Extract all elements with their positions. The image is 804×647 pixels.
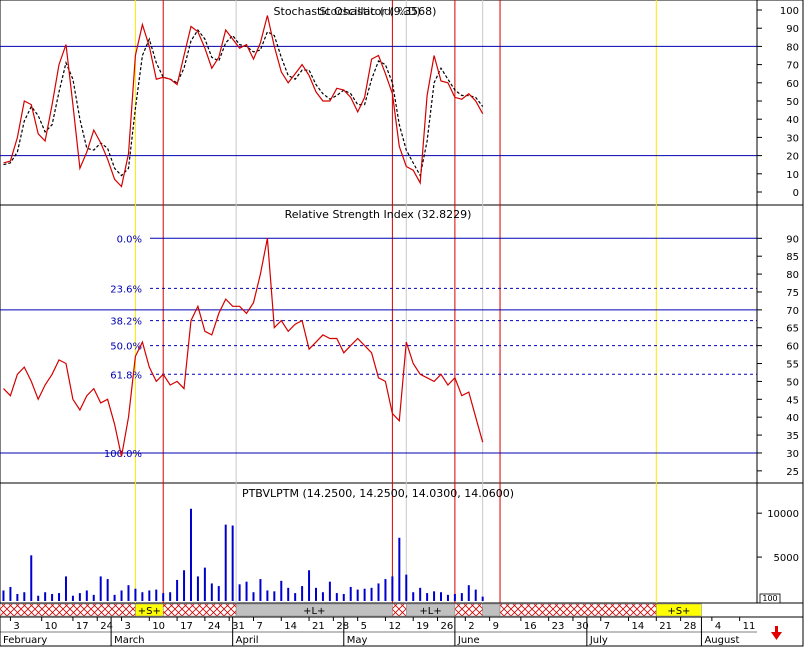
rsi-title: Relative Strength Index (32.8229): [285, 208, 472, 221]
month-label-1: March: [114, 635, 144, 646]
day-label-22: 7: [604, 621, 610, 632]
day-label-26: 4: [715, 621, 721, 632]
fib-label-3: 50.0%: [110, 342, 142, 353]
signal-segment-2: [162, 603, 237, 617]
day-label-6: 17: [180, 621, 193, 632]
day-label-1: 10: [45, 621, 58, 632]
rsi-y-tick-label-10: 75: [786, 288, 799, 299]
fib-label-1: 23.6%: [110, 284, 142, 295]
day-label-5: 10: [152, 621, 165, 632]
rsi-y-tick-label-2: 35: [786, 431, 799, 442]
signal-band: +S+ +L+ +L+ +S+: [0, 603, 702, 617]
fib-label-2: 38.2%: [110, 317, 142, 328]
day-label-7: 24: [208, 621, 221, 632]
day-label-16: 26: [441, 621, 454, 632]
signal-segment-8: [499, 603, 657, 617]
volume-y-tick-label-1: 10000: [767, 509, 799, 520]
day-label-14: 12: [388, 621, 401, 632]
rsi-y-tick-label-7: 60: [786, 342, 799, 353]
day-label-4: 3: [125, 621, 131, 632]
day-label-17: 2: [468, 621, 474, 632]
day-label-8: 31: [232, 621, 245, 632]
day-label-18: 9: [493, 621, 499, 632]
rsi-y-tick-label-0: 25: [786, 467, 799, 478]
stochastic-y-tick-label-3: 30: [786, 133, 799, 144]
day-label-23: 14: [632, 621, 645, 632]
rsi-y-tick-label-11: 80: [786, 270, 799, 281]
technical-chart: 0.0%23.6%38.2%50.0%61.8%100.0% 010203040…: [0, 0, 804, 647]
volume-y-tick-label-0: 5000: [774, 553, 799, 564]
stochastic-y-tick-label-4: 40: [786, 115, 799, 126]
stochastic-y-tick-label-8: 80: [786, 42, 799, 53]
month-label-4: June: [457, 635, 480, 646]
rsi-y-tick-label-13: 90: [786, 234, 799, 245]
rsi-y-tick-label-1: 30: [786, 449, 799, 460]
signal-label-5: +L+: [419, 606, 441, 617]
stochastic-y-tick-label-7: 70: [786, 61, 799, 72]
stochastic-y-tick-label-0: 0: [793, 188, 799, 199]
fib-label-4: 61.8%: [110, 370, 142, 381]
day-label-9: 7: [256, 621, 262, 632]
rsi-y-tick-label-8: 65: [786, 324, 799, 335]
signal-segment-4: [392, 603, 407, 617]
day-label-13: 5: [361, 621, 367, 632]
day-label-27: 11: [743, 621, 756, 632]
day-label-15: 19: [416, 621, 429, 632]
rsi-y-tick-label-4: 45: [786, 395, 799, 406]
day-label-2: 17: [76, 621, 89, 632]
day-label-12: 28: [336, 621, 349, 632]
signal-segment-6: [454, 603, 483, 617]
signal-segment-7: [482, 603, 501, 617]
fib-label-0: 0.0%: [117, 234, 142, 245]
rsi-y-tick-label-5: 50: [786, 377, 799, 388]
stochastic-y-tick-label-10: 100: [780, 6, 799, 17]
stochastic-y-tick-label-2: 20: [786, 152, 799, 163]
stochastic-title-overlap: Stochastic (dl %D): [319, 5, 420, 18]
rsi-y-tick-label-3: 40: [786, 413, 799, 424]
scale-box-label: 100: [762, 594, 777, 603]
rsi-y-tick-label-9: 70: [786, 306, 799, 317]
signal-label-1: +S+: [138, 606, 161, 617]
day-label-0: 3: [13, 621, 19, 632]
signal-label-3: +L+: [303, 606, 325, 617]
month-label-2: April: [236, 635, 259, 646]
volume-title: PTBVLPTM (14.2500, 14.2500, 14.0300, 14.…: [242, 487, 514, 500]
stochastic-y-tick-label-9: 90: [786, 24, 799, 35]
stochastic-y-tick-label-6: 60: [786, 79, 799, 90]
stochastic-y-tick-label-1: 10: [786, 170, 799, 181]
month-label-5: July: [589, 635, 608, 646]
month-label-6: August: [704, 635, 739, 646]
stochastic-y-tick-label-5: 50: [786, 97, 799, 108]
month-label-3: May: [347, 635, 368, 646]
rsi-y-tick-label-12: 85: [786, 252, 799, 263]
day-label-19: 16: [524, 621, 537, 632]
day-label-10: 14: [284, 621, 297, 632]
rsi-y-tick-label-6: 55: [786, 360, 799, 371]
day-label-25: 28: [684, 621, 697, 632]
day-label-11: 21: [312, 621, 325, 632]
day-label-20: 23: [552, 621, 565, 632]
signal-label-9: +S+: [667, 606, 690, 617]
month-label-0: February: [3, 635, 47, 646]
day-label-24: 21: [659, 621, 672, 632]
signal-segment-0: [0, 603, 136, 617]
